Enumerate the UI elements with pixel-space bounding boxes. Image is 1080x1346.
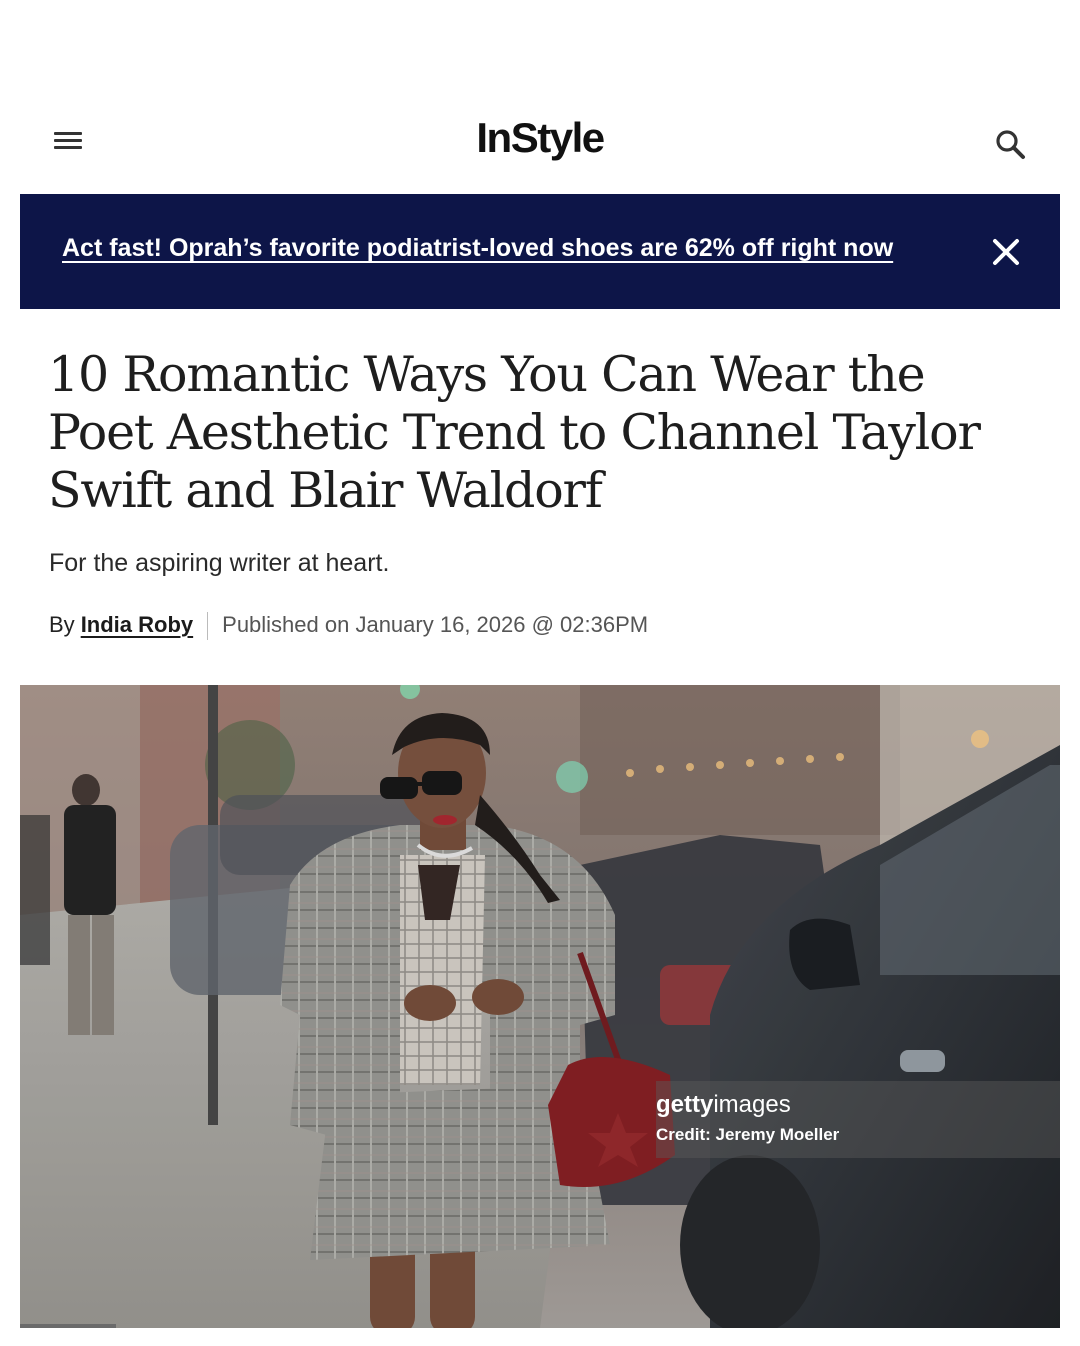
getty-logo-bold: getty [656, 1091, 714, 1118]
article-headline: 10 Romantic Ways You Can Wear the Poet A… [48, 346, 981, 519]
hero-photo-illustration [20, 685, 1060, 1328]
author-link[interactable]: India Roby [81, 612, 193, 637]
image-id-strip [20, 1324, 116, 1328]
byline: By India Roby Published on January 16, 202… [49, 612, 649, 641]
close-icon[interactable] [990, 236, 1022, 268]
article-dek: For the aspiring writer at heart. [49, 549, 390, 577]
promo-banner: Act fast! Oprah’s favorite podiatrist-lo… [20, 194, 1060, 309]
getty-logo-light: images [713, 1091, 791, 1118]
byline-divider [207, 612, 209, 641]
site-logo[interactable]: InStyle [0, 114, 1080, 162]
search-icon[interactable] [990, 124, 1030, 164]
getty-credit-overlay: gettyimages Credit: Jeremy Moeller [656, 1081, 1060, 1158]
site-header: InStyle [0, 96, 1080, 188]
byline-label: By [49, 612, 75, 637]
hero-image: gettyimages Credit: Jeremy Moeller [20, 685, 1060, 1328]
publish-date: Published on January 16, 2026 @ 02:36PM [222, 612, 649, 637]
getty-images-logo: gettyimages [656, 1091, 791, 1119]
promo-link[interactable]: Act fast! Oprah’s favorite podiatrist-lo… [62, 234, 893, 263]
photo-credit: Credit: Jeremy Moeller [656, 1125, 840, 1144]
